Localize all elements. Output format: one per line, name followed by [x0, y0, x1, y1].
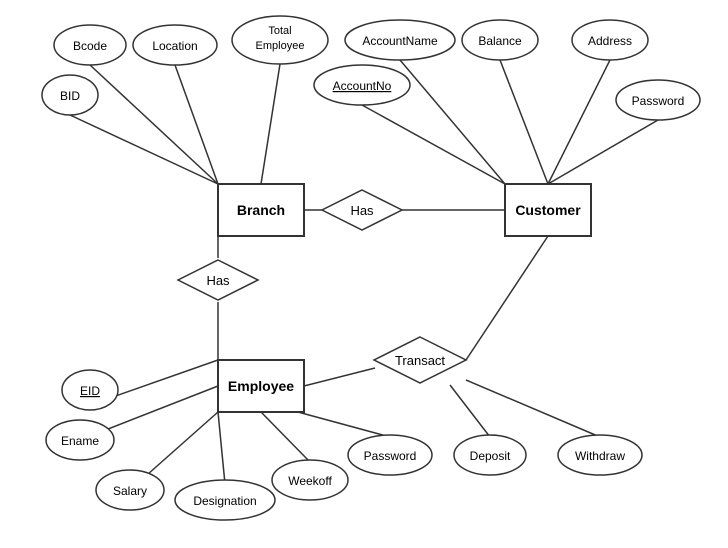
svg-text:Salary: Salary	[113, 484, 147, 498]
attribute-account_no: AccountNo	[314, 65, 410, 105]
svg-text:Total: Total	[268, 25, 291, 37]
attribute-eid: EID	[62, 370, 118, 410]
attribute-location: Location	[133, 25, 217, 65]
entity-employee: Employee	[218, 360, 304, 412]
svg-text:Has: Has	[206, 273, 230, 288]
relationship-has_be: Has	[178, 260, 258, 300]
attribute-deposit: Deposit	[454, 435, 526, 475]
svg-text:Branch: Branch	[237, 202, 285, 218]
svg-text:Has: Has	[350, 203, 374, 218]
svg-text:Balance: Balance	[478, 34, 522, 48]
attribute-balance: Balance	[462, 20, 538, 60]
svg-text:Weekoff: Weekoff	[288, 474, 332, 488]
svg-text:Employee: Employee	[228, 378, 294, 394]
entity-branch: Branch	[218, 184, 304, 236]
relationship-has_bc: Has	[322, 190, 402, 230]
attribute-bid: BID	[42, 75, 98, 115]
relationship-transact: Transact	[374, 337, 466, 383]
diagram-svg: Branch Customer Employee Has Has Transact Bcod…	[0, 0, 728, 548]
entity-customer: Customer	[505, 184, 591, 236]
svg-text:Bcode: Bcode	[73, 39, 107, 53]
svg-text:Address: Address	[588, 34, 632, 48]
attribute-designation: Designation	[175, 480, 275, 520]
attribute-ename: Ename	[46, 420, 114, 460]
svg-text:Transact: Transact	[395, 353, 445, 368]
svg-text:Password: Password	[364, 449, 417, 463]
svg-text:Deposit: Deposit	[470, 449, 511, 463]
svg-text:Withdraw: Withdraw	[575, 449, 625, 463]
svg-text:EID: EID	[80, 384, 100, 398]
er-diagram: Branch Customer Employee Has Has Transact Bcod…	[0, 0, 728, 548]
attribute-address: Address	[572, 20, 648, 60]
attribute-salary: Salary	[96, 470, 164, 510]
attribute-weekoff: Weekoff	[272, 460, 348, 500]
svg-text:Ename: Ename	[61, 434, 99, 448]
attribute-password_c: Password	[616, 80, 700, 120]
attribute-withdraw: Withdraw	[558, 435, 642, 475]
attribute-total_employee: Total Employee	[232, 16, 328, 64]
svg-text:AccountName: AccountName	[362, 34, 438, 48]
attribute-password_e: Password	[348, 435, 432, 475]
svg-text:Customer: Customer	[515, 202, 581, 218]
svg-text:Password: Password	[632, 94, 685, 108]
attribute-bcode: Bcode	[54, 25, 126, 65]
attribute-account_name: AccountName	[345, 20, 455, 60]
svg-text:BID: BID	[60, 89, 80, 103]
svg-text:Designation: Designation	[193, 494, 256, 508]
svg-text:Location: Location	[152, 39, 197, 53]
svg-text:AccountNo: AccountNo	[333, 79, 392, 93]
svg-text:Employee: Employee	[256, 40, 305, 52]
